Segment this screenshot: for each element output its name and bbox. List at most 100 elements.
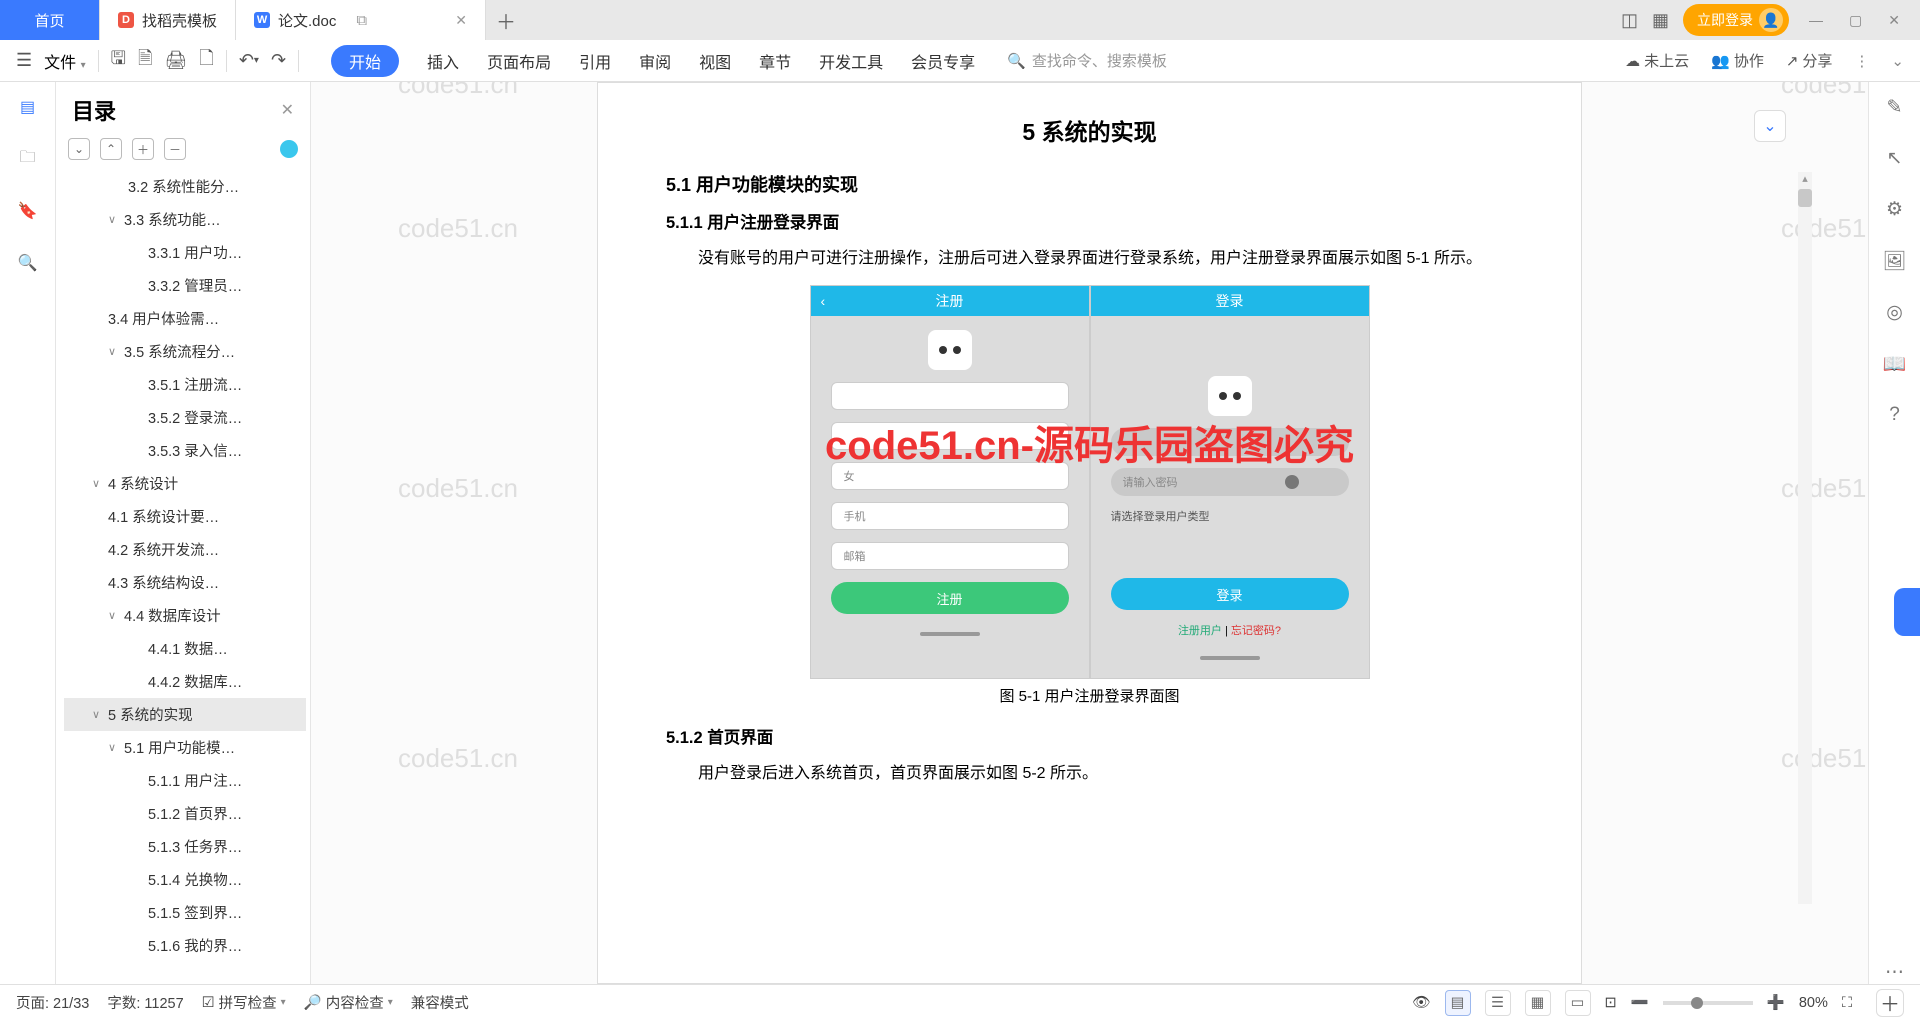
status-content[interactable]: 🔎内容检查 ▾ — [304, 992, 393, 1013]
expand-all-icon[interactable]: ⌃ — [100, 138, 122, 160]
command-search[interactable]: 🔍 查找命令、搜索模板 — [1007, 50, 1167, 71]
tab-start[interactable]: 开始 — [331, 45, 399, 77]
vertical-scrollbar[interactable]: ▴ — [1798, 172, 1812, 904]
save-icon[interactable]: 🖫 — [111, 46, 126, 76]
bookmark-icon[interactable]: 🔖 — [17, 200, 39, 222]
collapse-icon[interactable]: ⌄ — [1891, 52, 1904, 70]
tab-reference[interactable]: 引用 — [579, 49, 611, 73]
outline-item[interactable]: 5.1.6 我的界… — [64, 929, 306, 962]
outline-item[interactable]: 5.1.3 任务界… — [64, 830, 306, 863]
share-button[interactable]: ↗分享 — [1786, 50, 1833, 71]
outline-item[interactable]: ∨5.1 用户功能模… — [64, 731, 306, 764]
right-floating-tab[interactable] — [1894, 588, 1920, 636]
outline-item[interactable]: 3.3.2 管理员… — [64, 269, 306, 302]
outline-item[interactable]: 4.1 系统设计要… — [64, 500, 306, 533]
settings-slider-icon[interactable]: ⚙ — [1886, 198, 1903, 221]
remove-level-icon[interactable]: － — [164, 138, 186, 160]
tab-view[interactable]: 视图 — [699, 49, 731, 73]
view-outline-icon[interactable]: ☰ — [1485, 990, 1511, 1016]
outline-list[interactable]: 3.2 系统性能分…∨3.3 系统功能…3.3.1 用户功…3.3.2 管理员…… — [56, 170, 310, 972]
select-icon[interactable]: ↖ — [1887, 147, 1903, 170]
hamburger-icon[interactable]: ☰ — [16, 50, 32, 71]
tab-member[interactable]: 会员专享 — [911, 49, 975, 73]
help-icon[interactable]: ? — [1889, 404, 1900, 426]
window-close-icon[interactable]: ✕ — [1882, 12, 1906, 29]
status-spell[interactable]: ☑拼写检查 ▾ — [202, 992, 286, 1013]
image-icon[interactable]: 🖼 — [1882, 249, 1906, 273]
collapse-all-icon[interactable]: ⌄ — [68, 138, 90, 160]
minimize-icon[interactable]: — — [1803, 12, 1829, 28]
find-icon[interactable]: 🔍 — [17, 252, 39, 274]
scroll-thumb[interactable] — [1798, 189, 1812, 207]
outline-item[interactable]: ∨3.5 系统流程分… — [64, 335, 306, 368]
add-level-icon[interactable]: ＋ — [132, 138, 154, 160]
maximize-icon[interactable]: ▢ — [1843, 12, 1868, 29]
outline-item[interactable]: 3.5.1 注册流… — [64, 368, 306, 401]
file-menu[interactable]: 文件 ▾ — [44, 49, 86, 73]
redo-icon[interactable]: ↷ — [271, 50, 286, 71]
outline-item[interactable]: 5.1.1 用户注… — [64, 764, 306, 797]
tab-home[interactable]: 首页 — [0, 0, 100, 40]
document-viewport[interactable]: 📄 ⌄ code51.cn code51.cn code51.cn code51… — [311, 82, 1868, 984]
outline-item[interactable]: 5.1.5 签到界… — [64, 896, 306, 929]
zoom-slider[interactable] — [1663, 1001, 1753, 1005]
tab-review[interactable]: 审阅 — [639, 49, 671, 73]
pencil-icon[interactable]: ✎ — [1887, 96, 1903, 119]
tab-dev-tools[interactable]: 开发工具 — [819, 49, 883, 73]
split-icon[interactable]: ◫ — [1621, 10, 1638, 31]
outline-item[interactable]: 4.2 系统开发流… — [64, 533, 306, 566]
print-icon[interactable]: 🖨 — [164, 50, 187, 71]
transfer-icon[interactable]: ⧉ — [356, 12, 367, 29]
page-action-right[interactable]: ⌄ — [1754, 110, 1786, 142]
print-preview-icon[interactable]: 🗋 — [199, 46, 213, 76]
outline-item[interactable]: 4.3 系统结构设… — [64, 566, 306, 599]
undo-icon[interactable]: ↶ ▾ — [239, 50, 259, 71]
outline-item[interactable]: 4.4.1 数据… — [64, 632, 306, 665]
tab-add-button[interactable]: ＋ — [486, 0, 526, 40]
grid-icon[interactable]: ▦ — [1652, 10, 1669, 31]
fit-icon[interactable]: ⊡ — [1605, 995, 1617, 1011]
status-words[interactable]: 字数: 11257 — [107, 992, 183, 1013]
more-icon[interactable]: ⋮ — [1854, 52, 1869, 70]
tab-template[interactable]: D 找稻壳模板 — [100, 0, 236, 40]
outline-item[interactable]: 5.1.4 兑换物… — [64, 863, 306, 896]
view-web-icon[interactable]: ▦ — [1525, 990, 1551, 1016]
view-read-icon[interactable]: ▭ — [1565, 990, 1591, 1016]
library-icon[interactable]: 🗀 — [17, 148, 39, 170]
tab-page-layout[interactable]: 页面布局 — [487, 49, 551, 73]
outline-item[interactable]: ∨4.4 数据库设计 — [64, 599, 306, 632]
outline-item[interactable]: ∨4 系统设计 — [64, 467, 306, 500]
tab-insert[interactable]: 插入 — [427, 49, 459, 73]
zoom-out-icon[interactable]: ➖ — [1631, 994, 1649, 1011]
collab-button[interactable]: 👥协作 — [1711, 50, 1764, 71]
cloud-status[interactable]: ☁未上云 — [1625, 50, 1689, 71]
status-compat[interactable]: 兼容模式 — [411, 992, 469, 1013]
compass-icon[interactable]: ◎ — [1886, 301, 1903, 324]
outline-close-icon[interactable]: ✕ — [281, 100, 294, 120]
tab-section[interactable]: 章节 — [759, 49, 791, 73]
outline-item[interactable]: 3.5.2 登录流… — [64, 401, 306, 434]
fab-add[interactable]: ＋ — [1876, 989, 1904, 1017]
save-as-icon[interactable]: 🗎 — [138, 46, 152, 76]
fullscreen-icon[interactable]: ⛶ — [1842, 995, 1852, 1011]
close-icon[interactable]: ✕ — [455, 12, 467, 29]
outline-icon[interactable]: ▤ — [17, 96, 39, 118]
book-icon[interactable]: 📖 — [1883, 352, 1907, 376]
outline-item[interactable]: ∨5 系统的实现 — [64, 698, 306, 731]
outline-item[interactable]: 3.2 系统性能分… — [64, 170, 306, 203]
scroll-up-icon[interactable]: ▴ — [1798, 172, 1812, 185]
login-button[interactable]: 立即登录 👤 — [1683, 4, 1789, 36]
view-page-icon[interactable]: ▤ — [1445, 990, 1471, 1016]
outline-item[interactable]: ∨3.3 系统功能… — [64, 203, 306, 236]
zoom-in-icon[interactable]: ➕ — [1767, 994, 1785, 1011]
outline-item[interactable]: 5.1.2 首页界… — [64, 797, 306, 830]
outline-settings-icon[interactable] — [280, 140, 298, 158]
outline-item[interactable]: 3.5.3 录入信… — [64, 434, 306, 467]
outline-item[interactable]: 3.3.1 用户功… — [64, 236, 306, 269]
eye-icon[interactable]: 👁 — [1412, 994, 1430, 1011]
outline-item[interactable]: 3.4 用户体验需… — [64, 302, 306, 335]
tab-document[interactable]: W 论文.doc ⧉ ✕ — [236, 0, 486, 40]
zoom-value[interactable]: 80% — [1799, 995, 1828, 1011]
outline-item[interactable]: 4.4.2 数据库… — [64, 665, 306, 698]
status-page[interactable]: 页面: 21/33 — [16, 992, 89, 1013]
